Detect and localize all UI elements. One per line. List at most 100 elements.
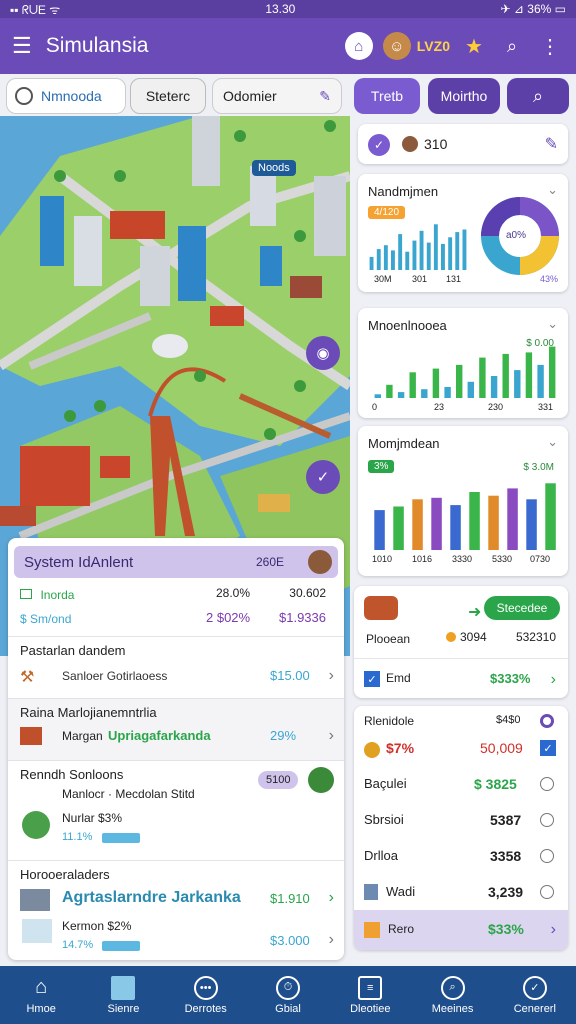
- search-input[interactable]: Nmnooda: [6, 78, 126, 114]
- chart-card-2: Mnoenlnooea ⌄ $ 0.00 0 23 230 331: [358, 308, 568, 418]
- stecedee-button[interactable]: Stecedee: [484, 596, 560, 620]
- chart-bar: [405, 251, 410, 270]
- edit-summary-icon[interactable]: ✎: [545, 134, 558, 154]
- tretb-button[interactable]: Tretb: [354, 78, 420, 114]
- map-compass-button[interactable]: ✓: [306, 460, 340, 494]
- nav-gbial[interactable]: ⏱ Gbial: [247, 966, 329, 1024]
- section-raina[interactable]: Raina Marlojianemntrlia Margan Upriagafa…: [8, 698, 344, 760]
- section-pastarlan[interactable]: Pastarlan dandem ⚒ Sanloer Gotirlaoess $…: [8, 636, 344, 698]
- avatar[interactable]: ☺: [382, 32, 411, 60]
- list-row-value: $ 3825: [474, 776, 517, 792]
- checkbox-checked-icon[interactable]: ✓: [364, 671, 380, 687]
- nav-meeines[interactable]: ⌕ Meeines: [411, 966, 493, 1024]
- stat-2-v2: $1.9336: [279, 610, 326, 625]
- nav-home[interactable]: ⌂ Hmoe: [0, 966, 82, 1024]
- radio-empty-icon[interactable]: [540, 813, 554, 827]
- chevron-right-icon[interactable]: ›: [329, 889, 334, 907]
- map-location-button[interactable]: ◉: [306, 336, 340, 370]
- chart-bar: [393, 506, 404, 550]
- trophy-icon[interactable]: ★: [460, 32, 488, 60]
- nav-label: Derrotes: [184, 1002, 227, 1015]
- chart-3-tick-1: 1016: [412, 554, 433, 564]
- more-options-icon[interactable]: ⋮: [536, 32, 564, 60]
- filter-search-button[interactable]: ⌕: [507, 78, 569, 114]
- search-icon: ⌕: [440, 975, 465, 1000]
- list-footer[interactable]: Rero $33% ›: [354, 910, 568, 950]
- section-badge: 5100: [258, 771, 299, 789]
- tab-odomier[interactable]: Odomier ✎: [212, 78, 342, 114]
- nav-derrotes[interactable]: ••• Derrotes: [165, 966, 247, 1024]
- level-badge: LVZ0: [416, 38, 450, 54]
- chart-1-tick-2: 131: [446, 274, 462, 284]
- chart-3-plot: [374, 483, 556, 550]
- panel-header[interactable]: System IdAnlent 260E: [14, 546, 338, 578]
- chart-bar: [525, 352, 533, 398]
- menu-icon[interactable]: ☰: [12, 33, 32, 59]
- chart-bar: [545, 483, 556, 550]
- chart-bar: [374, 394, 381, 398]
- map-label[interactable]: Noods: [252, 160, 296, 176]
- avatar[interactable]: [308, 767, 334, 793]
- city-hall-icon[interactable]: ⌂: [344, 32, 373, 60]
- list-row[interactable]: $7% 50,009 ✓: [354, 730, 568, 766]
- section-horooeraladers[interactable]: Horooeraladers Agrtaslarndre Jarkanka $1…: [8, 860, 344, 960]
- section-row-label: Manlocr · Mecdolan Stitd: [62, 787, 195, 801]
- radio-empty-icon[interactable]: [540, 777, 554, 791]
- section-link[interactable]: Upriagafarkanda: [108, 728, 211, 743]
- tab-steterc[interactable]: Steterc: [130, 78, 206, 114]
- food-icon: [364, 596, 398, 620]
- chevron-right-icon[interactable]: ›: [329, 667, 334, 685]
- section-renndh[interactable]: Renndh Sonloons 5100 Manlocr · Mecdolan …: [8, 760, 344, 860]
- chevron-right-icon[interactable]: ›: [329, 727, 334, 745]
- user-avatar-icon: [402, 136, 418, 152]
- nav-sienre[interactable]: Sienre: [82, 966, 164, 1024]
- chart-3-tick-0: 1010: [372, 554, 393, 564]
- chevron-right-icon[interactable]: ›: [551, 921, 556, 939]
- chart-bar: [441, 243, 445, 270]
- action-value-1: 3094: [460, 630, 487, 644]
- edit-icon[interactable]: ✎: [319, 88, 331, 105]
- chart-2-plot: [374, 346, 556, 398]
- search-icon[interactable]: ⌕: [498, 32, 526, 60]
- stat-1-v1: 28.0%: [216, 586, 251, 600]
- nav-label: Meeines: [431, 1002, 474, 1015]
- nav-cenererl[interactable]: ✓ Cenererl: [494, 966, 576, 1024]
- stat-row-2: $ Sm/ond 2 $02% $1.9336: [20, 610, 332, 628]
- arrow-right-icon: ➜: [468, 604, 482, 621]
- moirtho-button[interactable]: Moirtho: [428, 78, 500, 114]
- status-battery: ✈ ⊿ 36% ▭: [500, 2, 566, 16]
- avatar: [22, 811, 50, 839]
- action-check-label: Emd: [386, 671, 411, 685]
- check-circle-icon[interactable]: ✓: [368, 134, 390, 156]
- chart-bar: [537, 364, 544, 398]
- stat-2-label: $ Sm/ond: [20, 612, 72, 626]
- stat-1-v2: 30.602: [289, 586, 326, 600]
- radio-selected-icon[interactable]: [540, 714, 554, 728]
- section-title: Renndh Sonloons: [20, 767, 124, 782]
- chevron-down-icon[interactable]: ⌄: [547, 316, 558, 332]
- avatar[interactable]: [308, 550, 332, 574]
- chart-bar: [467, 381, 474, 398]
- home-icon: ⌂: [35, 976, 48, 998]
- stat-1-icon: [20, 589, 32, 599]
- map-label-text: Noods: [258, 162, 290, 174]
- radio-empty-icon[interactable]: [540, 885, 554, 899]
- top-app-bar: ☰ Simulansia ⌂ ☺ LVZ0 ★ ⌕ ⋮: [0, 18, 576, 74]
- chevron-right-icon[interactable]: ›: [551, 671, 556, 689]
- checkbox-checked-icon[interactable]: ✓: [540, 740, 556, 756]
- list-row[interactable]: Baçulei $ 3825: [354, 766, 568, 802]
- radio-empty-icon[interactable]: [540, 849, 554, 863]
- nav-dleotiee[interactable]: ≡ Dleotiee: [329, 966, 411, 1024]
- list-row[interactable]: Sbrsioi 5387: [354, 802, 568, 838]
- chart-bar: [456, 364, 463, 398]
- chart-1-tick-1: 301: [412, 274, 428, 284]
- nav-label: Cenererl: [513, 1002, 556, 1015]
- chevron-right-icon[interactable]: ›: [329, 931, 334, 949]
- action-check-row[interactable]: ✓ Emd $333% ›: [354, 658, 568, 698]
- list-header: Rlenidole: [364, 714, 415, 728]
- chevron-down-icon[interactable]: ⌄: [547, 434, 558, 450]
- list-footer-label: Rero: [388, 922, 415, 936]
- list-row[interactable]: Wadi 3,239: [354, 874, 568, 910]
- list-row[interactable]: Drlloa 3358: [354, 838, 568, 874]
- chart-bar: [462, 229, 467, 270]
